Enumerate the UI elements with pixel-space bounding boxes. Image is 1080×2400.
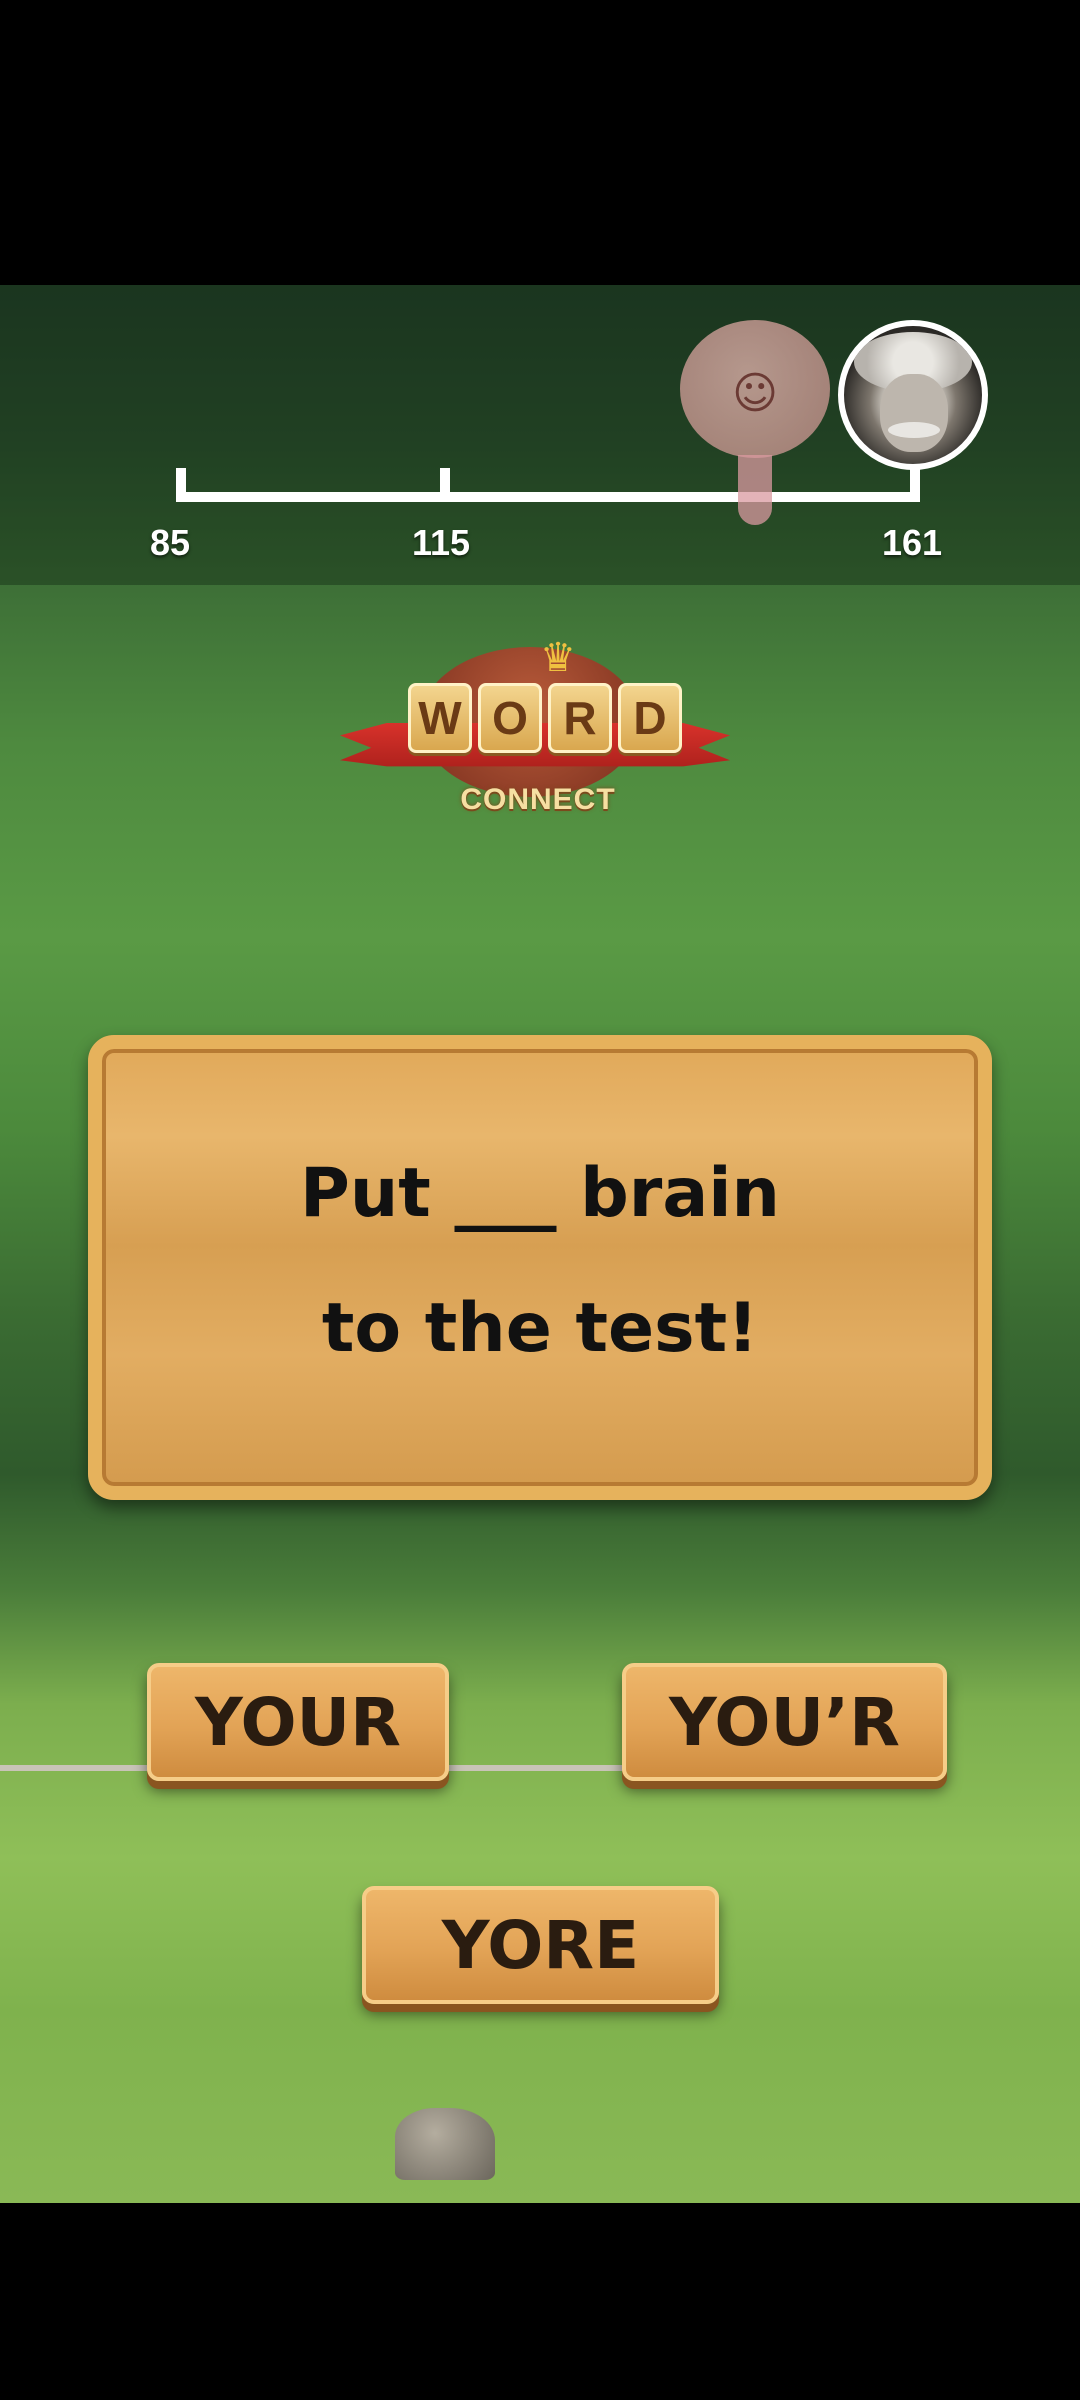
answer-button-youre[interactable]: YOU’R <box>622 1663 947 1781</box>
question-line-2: to the test! <box>321 1289 759 1368</box>
level-progress-bar <box>176 492 920 502</box>
einstein-avatar <box>838 320 988 470</box>
question-board: Put ___ brain to the test! <box>88 1035 992 1500</box>
progress-tick-end <box>910 468 920 502</box>
brain-pin-icon <box>738 455 772 525</box>
progress-tick-label: 115 <box>412 522 471 563</box>
avatar-mustache <box>888 422 940 438</box>
progress-tick-label: 161 <box>882 522 943 563</box>
progress-tick-label: 85 <box>150 522 191 563</box>
answer-button-yore[interactable]: YORE <box>362 1886 719 2004</box>
logo-subtitle: CONNECT <box>460 783 616 816</box>
avatar-face <box>880 374 948 452</box>
logo-letter: O <box>478 683 542 753</box>
progress-tick-mid <box>440 468 450 502</box>
logo-letter: W <box>408 683 472 753</box>
smile-icon: ☺ <box>732 368 778 419</box>
logo-letter: D <box>618 683 682 753</box>
word-connect-logo: ♛ W O R D CONNECT <box>330 635 740 835</box>
rock <box>395 2108 495 2180</box>
progress-tick-start <box>176 468 186 502</box>
question-line-1: Put ___ brain <box>300 1154 780 1233</box>
answer-button-your[interactable]: YOUR <box>147 1663 449 1781</box>
logo-letter: R <box>548 683 612 753</box>
logo-letter-tiles: W O R D <box>408 683 682 753</box>
crown-icon: ♛ <box>540 635 576 681</box>
